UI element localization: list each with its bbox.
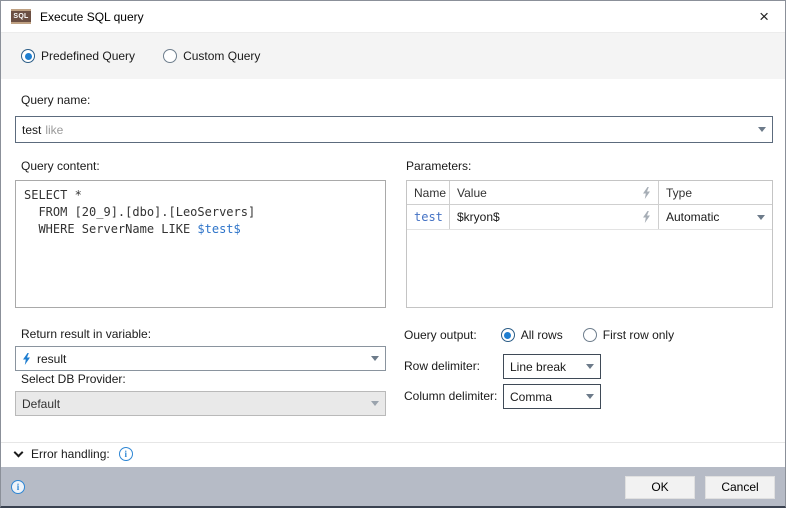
execute-sql-query-dialog: SQL Execute SQL query × Predefined Query…: [0, 0, 786, 508]
col-header-type: Type: [659, 181, 772, 204]
parameters-table: Name Value Type test $kryon$: [406, 180, 773, 308]
query-content-textarea[interactable]: SELECT * FROM [20_9].[dbo].[LeoServers] …: [15, 180, 386, 308]
query-output-label: Ouery output:: [404, 328, 477, 342]
chevron-down-icon[interactable]: [14, 447, 24, 457]
query-name-value: test: [22, 123, 41, 137]
param-name-value: test: [414, 210, 443, 224]
error-handling-label: Error handling:: [31, 447, 110, 461]
query-mode-row: Predefined Query Custom Query: [1, 33, 785, 79]
param-value-cell[interactable]: $kryon$: [450, 205, 659, 229]
radio-selected-icon[interactable]: [21, 49, 35, 63]
db-provider-dropdown-disabled: Default: [15, 391, 386, 416]
parameter-row: test $kryon$ Automatic: [407, 205, 772, 230]
row-delimiter-dropdown[interactable]: Line break: [503, 354, 601, 379]
row-delimiter-value: Line break: [510, 360, 566, 374]
query-name-label: Query name:: [21, 93, 90, 107]
col-header-value: Value: [450, 181, 659, 204]
lightning-icon: [22, 353, 31, 365]
param-name-cell[interactable]: test: [407, 205, 450, 229]
radio-custom-label: Custom Query: [183, 49, 260, 63]
column-delimiter-value: Comma: [510, 390, 552, 404]
row-delimiter-label: Row delimiter:: [404, 359, 480, 373]
divider: [1, 442, 785, 443]
chevron-down-icon[interactable]: [757, 215, 765, 220]
column-delimiter-dropdown[interactable]: Comma: [503, 384, 601, 409]
col-type-label: Type: [666, 186, 692, 200]
chevron-down-icon[interactable]: [586, 364, 594, 369]
db-provider-label: Select DB Provider:: [21, 372, 126, 386]
error-handling-expander[interactable]: Error handling: i: [15, 447, 133, 461]
column-delimiter-label: Column delimiter:: [404, 389, 497, 403]
chevron-down-icon[interactable]: [586, 394, 594, 399]
param-type-dropdown[interactable]: Automatic: [659, 205, 772, 229]
radio-predefined-label: Predefined Query: [41, 49, 135, 63]
parameters-header-row: Name Value Type: [407, 181, 772, 205]
radio-predefined-query[interactable]: Predefined Query: [21, 49, 135, 63]
ok-button[interactable]: OK: [625, 476, 695, 499]
sql-text: SELECT * FROM [20_9].[dbo].[LeoServers] …: [24, 187, 377, 238]
radio-selected-icon[interactable]: [501, 328, 515, 342]
radio-all-rows[interactable]: All rows: [501, 328, 563, 342]
param-type-value: Automatic: [666, 210, 719, 224]
parameters-label: Parameters:: [406, 159, 471, 173]
first-row-only-label: First row only: [603, 328, 674, 342]
dialog-title: Execute SQL query: [40, 10, 144, 24]
db-provider-value: Default: [22, 397, 60, 411]
title-bar: SQL Execute SQL query ×: [1, 1, 785, 33]
result-variable-value: result: [37, 352, 66, 366]
query-name-suggestion: like: [45, 123, 63, 137]
query-content-label: Query content:: [21, 159, 100, 173]
query-output-row: Ouery output: All rows First row only: [404, 325, 774, 345]
sql-line3-param: $test$: [197, 222, 240, 236]
chevron-down-icon: [371, 401, 379, 406]
radio-unselected-icon[interactable]: [163, 49, 177, 63]
result-variable-combobox[interactable]: result: [15, 346, 386, 371]
cancel-button[interactable]: Cancel: [705, 476, 775, 499]
col-header-name: Name: [407, 181, 450, 204]
radio-custom-query[interactable]: Custom Query: [163, 49, 260, 63]
lightning-icon: [642, 187, 651, 199]
info-icon[interactable]: i: [11, 480, 25, 494]
lightning-icon[interactable]: [642, 211, 651, 223]
radio-unselected-icon[interactable]: [583, 328, 597, 342]
chevron-down-icon[interactable]: [758, 127, 766, 132]
sql-line3-text: WHERE ServerName LIKE: [24, 222, 197, 236]
sql-line2: FROM [20_9].[dbo].[LeoServers]: [24, 205, 255, 219]
chevron-down-icon[interactable]: [371, 356, 379, 361]
result-variable-label: Return result in variable:: [21, 327, 151, 341]
col-name-label: Name: [414, 186, 446, 200]
param-value-text: $kryon$: [457, 210, 500, 224]
close-icon[interactable]: ×: [753, 6, 775, 27]
all-rows-label: All rows: [521, 328, 563, 342]
sql-line1: SELECT *: [24, 188, 82, 202]
query-name-combobox[interactable]: test like: [15, 116, 773, 143]
sql-badge-icon: SQL: [11, 9, 31, 24]
footer-bar: i OK Cancel: [1, 467, 785, 507]
info-icon[interactable]: i: [119, 447, 133, 461]
col-value-label: Value: [457, 186, 487, 200]
radio-first-row-only[interactable]: First row only: [583, 328, 674, 342]
